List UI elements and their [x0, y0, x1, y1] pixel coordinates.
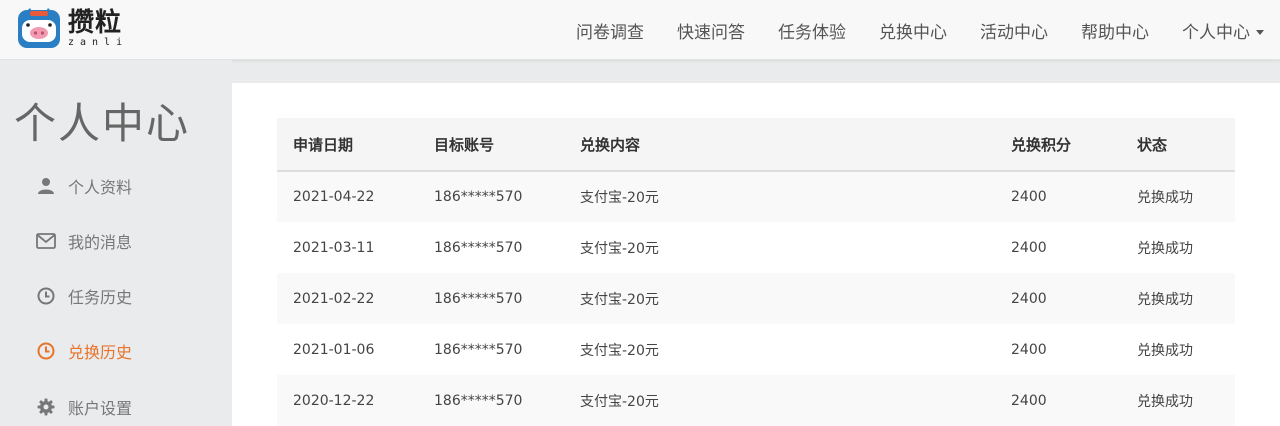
- cell-status: 兑换成功: [1121, 171, 1235, 222]
- cell-points: 2400: [995, 222, 1121, 273]
- main-panel: 申请日期 目标账号 兑换内容 兑换积分 状态 2021-04-22 186***…: [232, 83, 1280, 426]
- cell-points: 2400: [995, 171, 1121, 222]
- column-header-points: 兑换积分: [995, 118, 1121, 172]
- cell-account: 186*****570: [418, 222, 564, 273]
- table-header-row: 申请日期 目标账号 兑换内容 兑换积分 状态: [277, 118, 1235, 172]
- nav-account-dropdown[interactable]: 个人中心: [1182, 18, 1264, 43]
- table-row: 2021-04-22 186*****570 支付宝-20元 2400 兑换成功: [277, 171, 1235, 222]
- cell-account: 186*****570: [418, 273, 564, 324]
- nav-activity-center[interactable]: 活动中心: [980, 18, 1048, 43]
- table-row: 2021-03-11 186*****570 支付宝-20元 2400 兑换成功: [277, 222, 1235, 273]
- cell-points: 2400: [995, 324, 1121, 375]
- sidebar-item-task-history[interactable]: 任务历史: [36, 281, 132, 311]
- sidebar-item-label: 我的消息: [68, 233, 133, 252]
- cell-points: 2400: [995, 273, 1121, 324]
- envelope-icon: [36, 231, 56, 251]
- column-header-status: 状态: [1121, 118, 1235, 172]
- nav-survey[interactable]: 问卷调查: [576, 18, 644, 43]
- table-row: 2020-12-22 186*****570 支付宝-20元 2400 兑换成功: [277, 375, 1235, 426]
- brand-name: 攒粒: [68, 8, 123, 38]
- cell-content: 支付宝-20元: [564, 324, 995, 375]
- nav-help-center[interactable]: 帮助中心: [1081, 18, 1149, 43]
- cell-date: 2021-02-22: [277, 273, 418, 324]
- brand-name-latin: zanli: [68, 37, 129, 48]
- brand-logo[interactable]: 攒粒 zanli: [16, 5, 128, 53]
- cell-content: 支付宝-20元: [564, 375, 995, 426]
- cell-content: 支付宝-20元: [564, 171, 995, 222]
- sidebar-item-exchange-history[interactable]: 兑换历史: [36, 336, 132, 366]
- sidebar: 个人中心 个人资料 我的消息 任务历史 兑换历史 账户设置: [0, 60, 232, 426]
- sidebar-item-label: 个人资料: [68, 178, 133, 197]
- exchange-history-table: 申请日期 目标账号 兑换内容 兑换积分 状态 2021-04-22 186***…: [277, 118, 1235, 426]
- cell-status: 兑换成功: [1121, 375, 1235, 426]
- nav-exchange-center[interactable]: 兑换中心: [879, 18, 947, 43]
- caret-down-icon: [1256, 30, 1264, 35]
- pig-logo-icon: [18, 8, 60, 48]
- cell-account: 186*****570: [418, 324, 564, 375]
- nav-quick-qa[interactable]: 快速问答: [677, 18, 745, 43]
- gear-icon: [36, 397, 56, 417]
- cell-date: 2020-12-22: [277, 375, 418, 426]
- table-row: 2021-02-22 186*****570 支付宝-20元 2400 兑换成功: [277, 273, 1235, 324]
- cell-account: 186*****570: [418, 171, 564, 222]
- clock-icon: [36, 286, 56, 306]
- cell-status: 兑换成功: [1121, 222, 1235, 273]
- cell-content: 支付宝-20元: [564, 273, 995, 324]
- sidebar-title: 个人中心: [14, 99, 191, 148]
- sidebar-item-profile[interactable]: 个人资料: [36, 171, 132, 201]
- cell-account: 186*****570: [418, 375, 564, 426]
- top-navbar: 攒粒 zanli 问卷调查 快速问答 任务体验 兑换中心 活动中心 帮助中心 个…: [0, 0, 1280, 60]
- column-header-content: 兑换内容: [564, 118, 995, 172]
- table-row: 2021-01-06 186*****570 支付宝-20元 2400 兑换成功: [277, 324, 1235, 375]
- sidebar-item-label: 兑换历史: [68, 343, 133, 362]
- cell-status: 兑换成功: [1121, 324, 1235, 375]
- main-nav: 问卷调查 快速问答 任务体验 兑换中心 活动中心 帮助中心 个人中心: [576, 0, 1280, 60]
- sidebar-item-label: 任务历史: [68, 288, 133, 307]
- cell-content: 支付宝-20元: [564, 222, 995, 273]
- cell-date: 2021-01-06: [277, 324, 418, 375]
- user-icon: [36, 176, 56, 196]
- sidebar-item-label: 账户设置: [68, 399, 133, 418]
- cell-date: 2021-03-11: [277, 222, 418, 273]
- cell-status: 兑换成功: [1121, 273, 1235, 324]
- sidebar-item-account-settings[interactable]: 账户设置: [36, 392, 132, 422]
- column-header-account: 目标账号: [418, 118, 564, 172]
- cell-points: 2400: [995, 375, 1121, 426]
- nav-account-label: 个人中心: [1182, 22, 1250, 43]
- column-header-date: 申请日期: [277, 118, 418, 172]
- cell-date: 2021-04-22: [277, 171, 418, 222]
- nav-task-experience[interactable]: 任务体验: [778, 18, 846, 43]
- clock-icon: [36, 341, 56, 361]
- sidebar-item-messages[interactable]: 我的消息: [36, 226, 132, 256]
